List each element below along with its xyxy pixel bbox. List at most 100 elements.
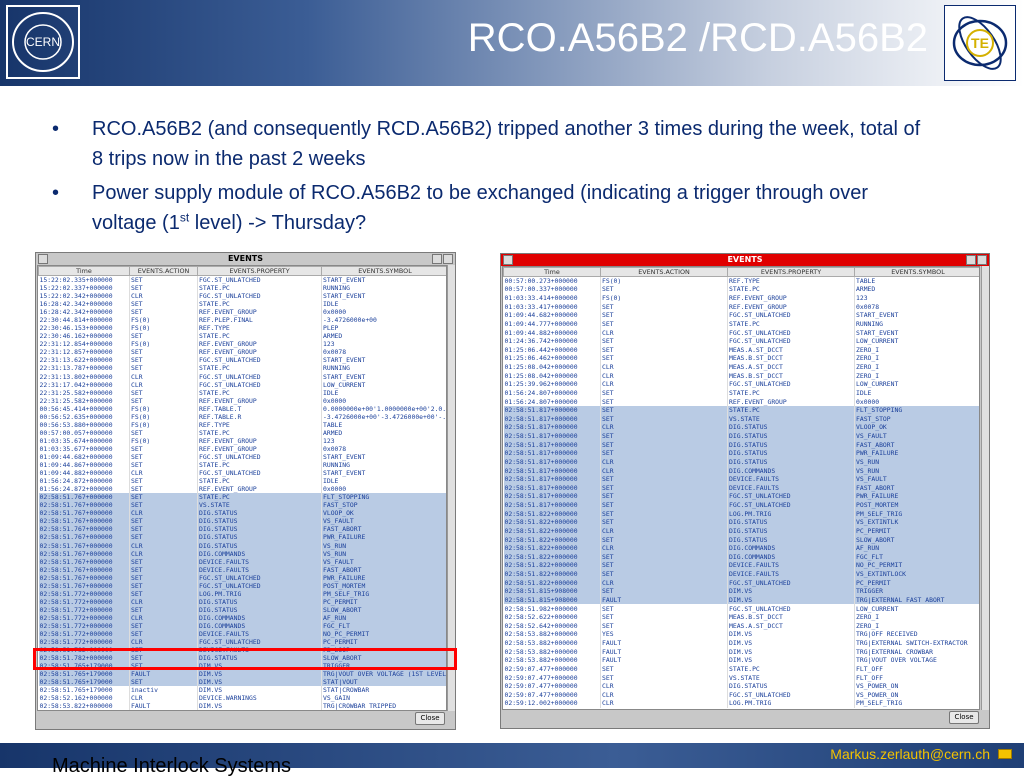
table-row[interactable]: 01:09:44.777+000000 SET STATE.PC RUNNING [503,319,979,329]
table-row[interactable]: 01:25:06.442+000000 SET MEAS.A.ST_DCCT ZERO… [503,345,979,355]
table-row[interactable]: 02:58:53.882+000000 FAULT DIM.VS TRG|VOUT O… [503,656,979,665]
table-row[interactable]: 02:58:51.817+000000 SET VS.STATE FAST_STOP [503,414,979,424]
table-row[interactable]: 01:09:44.867+000000 SET STATE.PC RUNNING [38,461,446,470]
vertical-scrollbar[interactable] [981,266,989,710]
table-row[interactable]: 02:58:51.822+000000 SET DIG.STATUS SLOW_ABO… [503,535,979,544]
table-row[interactable]: 02:58:51.822+000000 SET DIG.STATUS VS_EXTIN… [503,518,979,527]
table-row[interactable]: 02:58:51.767+000000 SET DIG.STATUS PWR_FAIL… [38,533,446,542]
table-row[interactable]: 01:03:33.417+000000 SET REF.EVENT_GROUP 0x0… [503,302,979,311]
table-row[interactable]: 02:59:11.002+000000CLRLOG.PM.TRIGPM_SELF… [39,710,448,711]
table-row[interactable]: 02:58:51.767+000000 SET DEVICE.FAULTS FAST_… [38,565,446,574]
table-row[interactable]: 02:58:51.817+000000 CLR DIG.STATUS VLOOP_OK [503,423,979,432]
table-row[interactable]: 02:58:51.822+000000 CLR DIG.STATUS PC_PERMI… [503,526,979,536]
table-row[interactable]: 01:09:44.682+000000 SET FGC.ST_UNLATCHED ST… [503,311,979,320]
table-row[interactable]: 02:58:51.772+000000 CLR DIG.COMMANDS AF_RUN [38,613,446,622]
minimize-icon[interactable] [432,254,442,264]
table-row[interactable]: 02:58:51.767+000000 CLR DIG.COMMANDS VS_RUN [38,549,446,558]
table-row[interactable]: 02:58:52.622+000000 SET MEAS.B.ST_DCCT ZERO… [503,612,979,622]
table-row[interactable]: 01:09:44.882+000000 CLR FGC.ST_UNLATCHED ST… [38,469,446,478]
table-row[interactable]: 02:58:51.767+000000 SET STATE.PC FLT_STOPPI… [38,493,446,502]
table-row[interactable]: 01:25:08.042+000000 CLR MEAS.B.ST_DCCT ZERO… [503,371,979,380]
table-row[interactable]: 02:58:51.767+000000 CLR DIG.STATUS VLOOP_OK [38,509,446,518]
table-row[interactable]: 22:31:25.582+000000 SET STATE.PC IDLE [38,388,446,397]
table-row[interactable]: 22:31:13.802+000000 CLR FGC.ST_UNLATCHED ST… [38,372,446,381]
table-row[interactable]: 01:25:39.962+000000 CLR FGC.ST_UNLATCHED LO… [503,380,979,389]
table-row[interactable]: 02:58:51.767+000000 SET VS.STATE FAST_STOP [38,501,446,510]
table-row[interactable]: 02:58:51.817+000000 CLR DIG.STATUS VS_RUN [503,457,979,467]
table-row[interactable]: 02:59:07.477+000000 CLR DIG.STATUS VS_POWER… [503,681,979,691]
table-row[interactable]: 02:58:51.817+000000 SET DEVICE.FAULTS VS_FA… [503,474,979,484]
table-row[interactable]: 02:58:51.817+000000 CLR DIG.COMMANDS VS_RUN [503,466,979,475]
table-row[interactable]: 22:30:44.814+000000 FS(0) REF.PLEP.FINAL -3… [38,316,446,325]
column-header[interactable]: EVENTS.PROPERTY [727,267,855,277]
maximize-icon[interactable] [977,255,987,265]
table-row[interactable]: 02:58:51.765+179000 inactiv DIM.VS STAT|CRO… [38,686,446,695]
table-row[interactable]: 01:25:06.462+000000 SET MEAS.B.ST_DCCT ZERO… [503,354,979,363]
window-titlebar[interactable]: EVENTS [501,254,989,266]
table-row[interactable]: 02:58:51.815+908000 FAULT DIM.VS TRG|EXTERN… [503,595,979,605]
table-row[interactable]: 01:56:24.807+000000 SET STATE.PC IDLE [503,388,979,398]
table-row[interactable]: 02:58:51.817+000000 SET STATE.PC FLT_STOPPI… [503,405,979,415]
footer-email[interactable]: Markus.zerlauth@cern.ch [830,746,990,762]
table-row[interactable]: 22:31:12.854+000000 FS(0) REF.EVENT_GROUP 1… [38,340,446,349]
table-row[interactable]: 02:58:51.817+000000 SET DEVICE.FAULTS FAST_… [503,483,979,493]
close-button[interactable]: Close [415,712,445,725]
table-row[interactable]: 02:58:51.817+000000 SET DIG.STATUS VS_FAULT [503,431,979,441]
table-row[interactable]: 02:58:51.822+000000 CLR DIG.COMMANDS AF_RUN [503,543,979,553]
table-row[interactable]: 22:31:17.042+000000 CLR FGC.ST_UNLATCHED LO… [38,380,446,389]
table-row[interactable]: 02:58:53.882+000000 FAULT DIM.VS TRG|EXTERN… [503,647,979,656]
table-row[interactable]: 02:58:51.772+000000 SET DEVICE.FAULTS NO_PC… [38,630,446,639]
table-row[interactable]: 02:58:51.982+000000 SET FGC.ST_UNLATCHED LO… [503,604,979,613]
table-row[interactable]: 00:56:45.414+000000 FS(0) REF.TABLE.T 0.000… [38,404,446,413]
table-row[interactable]: 02:59:12.002+000000 CLR LOG.PM.TRIG PM_SELF… [503,699,979,708]
column-header[interactable]: Time [38,266,130,276]
table-row[interactable]: 00:56:53.880+000000 FS(0) REF.TYPE TABLE [38,420,446,429]
table-row[interactable]: 02:58:51.822+000000 CLR FGC.ST_UNLATCHED PC… [503,578,979,587]
table-row[interactable]: 01:09:44.882+000000 CLR FGC.ST_UNLATCHED ST… [503,328,979,337]
maximize-icon[interactable] [443,254,453,264]
table-row[interactable]: 02:58:51.817+000000 SET FGC.ST_UNLATCHED PO… [503,500,979,510]
table-row[interactable]: 02:59:07.477+000000 SET STATE.PC FLT_OFF [503,664,979,674]
table-row[interactable]: 02:58:51.765+179000 FAULT DIM.VS TRG|VOUT O… [38,670,446,679]
column-header[interactable]: EVENTS.ACTION [600,267,728,277]
table-row[interactable]: 02:58:51.765+179000 SET DIM.VS STAT|VOUT [38,678,446,687]
table-row[interactable]: 16:28:42.342+000000 SET STATE.PC IDLE [38,300,446,309]
table-row[interactable]: 01:56:24.872+000000 SET REF.EVENT_GROUP 0x0… [38,485,446,494]
table-row[interactable]: 02:59:07.477+000000 CLR FGC.ST_UNLATCHED VS… [503,690,979,700]
column-header[interactable]: Time [503,267,601,277]
table-row[interactable]: 02:58:51.767+000000 SET DIG.STATUS VS_FAULT [38,517,446,526]
table-row[interactable]: 01:56:24.872+000000 SET STATE.PC IDLE [38,477,446,486]
vertical-scrollbar[interactable] [447,265,455,711]
table-row[interactable]: 02:59:07.477+000000 SET VS.STATE FLT_OFF [503,673,979,682]
table-row[interactable]: 01:56:24.807+000000 SET REF.EVENT_GROUP 0x0… [503,397,979,406]
table-row[interactable]: 02:58:53.882+000000 YES DIM.VS TRG|OFF RECE… [503,630,979,639]
table-row[interactable]: 22:31:13.622+000000 SET FGC.ST_UNLATCHED ST… [38,356,446,365]
table-row[interactable]: 02:58:52.642+000000 SET MEAS.A.ST_DCCT ZERO… [503,621,979,631]
table-row[interactable]: 02:58:51.772+000000 SET LOG.PM.TRIG PM_SELF… [38,589,446,598]
table-row[interactable]: 01:25:08.042+000000 CLR MEAS.A.ST_DCCT ZERO… [503,362,979,372]
table-row[interactable]: 02:58:51.817+000000 SET FGC.ST_UNLATCHED PW… [503,492,979,501]
table-row[interactable]: 02:58:52.162+000000 CLR DEVICE.WARNINGS VS_… [38,694,446,703]
table-row[interactable]: 22:31:25.582+000000 SET REF.EVENT_GROUP 0x0… [38,396,446,405]
mail-icon[interactable] [998,749,1012,759]
table-row[interactable]: 02:58:51.767+000000 SET FGC.ST_UNLATCHED PW… [38,573,446,582]
table-row[interactable]: 15:22:02.335+000000 SET FGC.ST_UNLATCHED ST… [38,275,446,284]
table-row[interactable]: 02:58:51.822+000000 SET DEVICE.FAULTS VS_EX… [503,569,979,579]
window-menu-icon[interactable] [38,254,48,264]
window-menu-icon[interactable] [503,255,513,265]
table-row[interactable]: 02:58:51.767+000000 SET FGC.ST_UNLATCHED PO… [38,581,446,590]
table-row[interactable]: 00:56:52.635+000000 FS(0) REF.TABLE.R -3.47… [38,412,446,421]
table-row[interactable]: 02:58:51.767+000000 CLR DIG.STATUS VS_RUN [38,541,446,550]
table-row[interactable]: 02:58:51.772+000000 SET DIG.COMMANDS FGC_FL… [38,621,446,631]
table-row[interactable]: 02:58:51.767+000000 SET DIG.STATUS FAST_ABO… [38,525,446,534]
table-row[interactable]: 02:58:51.767+000000 SET DEVICE.FAULTS VS_FA… [38,557,446,566]
table-row[interactable]: 02:58:53.882+000000 FAULT DIM.VS TRG|EXTERN… [503,638,979,648]
table-row[interactable]: 15:22:02.337+000000 SET STATE.PC RUNNING [38,284,446,293]
table-row[interactable]: 16:28:42.342+000000 SET REF.EVENT_GROUP 0x0… [38,308,446,317]
table-row[interactable]: 01:03:35.677+000000 SET REF.EVENT_GROUP 0x0… [38,444,446,453]
table-row[interactable]: 02:58:51.772+000000 CLR DIG.STATUS PC_PERMI… [38,597,446,606]
table-row[interactable]: 02:58:51.817+000000 SET DIG.STATUS PWR_FAIL… [503,449,979,458]
table-row[interactable]: 02:58:51.817+000000 SET DIG.STATUS FAST_ABO… [503,440,979,449]
table-row[interactable]: 01:09:44.682+000000 SET FGC.ST_UNLATCHED ST… [38,452,446,462]
table-row[interactable]: 22:30:46.153+000000 FS(0) REF.TYPE PLEP [38,324,446,333]
